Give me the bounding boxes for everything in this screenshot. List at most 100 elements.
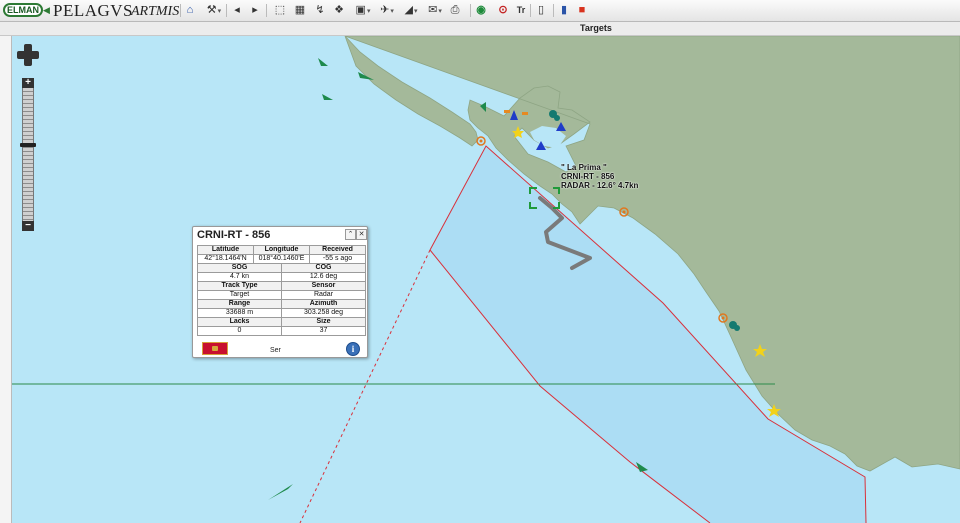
book-button[interactable]: ▮ (557, 3, 571, 18)
text-button[interactable]: Tr (514, 3, 528, 18)
toolbar-separator (553, 4, 554, 17)
table-row: Latitude Longitude Received (197, 245, 367, 255)
value-track-type: Target (197, 290, 282, 300)
airplane-icon: ✈ (380, 4, 390, 16)
mail-dropdown-button[interactable]: ✉ (424, 3, 446, 18)
vessel-sensor-info: RADAR - 12.6° 4.7kn (561, 181, 639, 190)
value-azimuth: 303.258 deg (280, 308, 367, 318)
map-canvas[interactable] (0, 36, 960, 523)
text-icon: Tr (516, 5, 526, 15)
target-info-table: Latitude Longitude Received 42°18.1464'N… (197, 245, 367, 336)
table-row: 0 37 (197, 326, 367, 336)
route-button[interactable]: ↯ (313, 3, 327, 18)
page-button[interactable]: ▯ (534, 3, 548, 18)
value-cog: 12.6 deg (280, 272, 367, 282)
cursor-icon: ⬚ (274, 4, 286, 16)
label-sensor: Sensor (280, 281, 367, 291)
toolbar-separator (226, 4, 227, 17)
main-toolbar: ELMAN ◀ PELAGVS ARTMIS ⌂ ⚒ ◂ ▸ ⬚ ▦ ↯ ❖ ▣ ✈ ◢ ✉ ⎙ ◉ ⊙ Tr… (0, 0, 960, 22)
chart-icon: ▦ (294, 4, 306, 16)
printer-icon: ⎙ (450, 4, 460, 16)
product-suffix: ARTMIS (131, 4, 180, 19)
value-range: 33688 m (197, 308, 282, 318)
value-size: 37 (280, 326, 367, 336)
targets-title: Targets (580, 23, 612, 33)
value-longitude: 018°40.1460'E (252, 254, 311, 264)
back-button[interactable]: ◂ (231, 3, 243, 18)
value-latitude: 42°18.1464'N (197, 254, 254, 264)
print-button[interactable]: ⎙ (448, 3, 462, 18)
close-button[interactable]: ✕ (356, 229, 367, 240)
label-lacks: Lacks (197, 317, 282, 327)
toolbar-separator (180, 4, 181, 17)
table-row: 33688 m 303.258 deg (197, 308, 367, 318)
alert-button[interactable]: ■ (575, 3, 589, 18)
mail-icon: ✉ (428, 4, 438, 16)
chevron-right-icon: ▸ (252, 4, 258, 16)
country-flag (202, 342, 228, 355)
vessel-label[interactable]: " La Prima " CRNI-RT - 856 RADAR - 12.6°… (561, 163, 638, 190)
zoom-slider-track[interactable] (22, 88, 34, 221)
home-button[interactable]: ⌂ (183, 3, 197, 18)
area-dropdown-button[interactable]: ◢ (400, 3, 422, 18)
forward-button[interactable]: ▸ (249, 3, 261, 18)
select-button[interactable]: ⬚ (273, 3, 287, 18)
book-icon: ▮ (560, 4, 568, 16)
page-icon: ▯ (537, 4, 545, 16)
table-row: Lacks Size (197, 317, 367, 327)
table-row: 42°18.1464'N 018°40.1460'E -55 s ago (197, 254, 367, 264)
chart-button[interactable]: ▦ (293, 3, 307, 18)
alert-icon: ■ (578, 4, 586, 16)
layers-icon: ❖ (334, 4, 344, 16)
target-icon: ⊙ (498, 4, 508, 16)
targets-panel-header[interactable]: Targets (0, 22, 960, 36)
collapse-button[interactable]: ⌃ (345, 229, 356, 240)
zoom-control[interactable]: + − (20, 78, 36, 231)
home-icon: ⌂ (186, 4, 194, 16)
value-sensor: Radar (280, 290, 367, 300)
product-name: PELAGVS (53, 1, 134, 20)
target-info-popup: CRNI-RT - 856 ⌃ ✕ Latitude Longitude Rec… (192, 226, 368, 358)
layers-button[interactable]: ❖ (332, 3, 346, 18)
aircraft-dropdown-button[interactable]: ✈ (376, 3, 398, 18)
label-azimuth: Azimuth (280, 299, 367, 309)
value-lacks: 0 (197, 326, 282, 336)
wrench-icon: ⚒ (206, 4, 217, 16)
vessel-id: CRNI-RT - 856 (561, 172, 615, 181)
map-left-frame (0, 36, 12, 523)
label-cog: COG (280, 263, 367, 273)
label-size: Size (280, 317, 367, 327)
toolbar-separator (530, 4, 531, 17)
flag-emblem-icon (212, 346, 218, 351)
popup-footer-text: Ser (270, 347, 281, 354)
record-icon: ◉ (476, 4, 486, 16)
value-sog: 4.7 kn (197, 272, 282, 282)
popup-title: CRNI-RT - 856 (197, 229, 271, 241)
chevron-left-icon: ◂ (234, 4, 240, 16)
stop-button[interactable]: ⊙ (496, 3, 510, 18)
zoom-in-button[interactable]: + (22, 78, 34, 88)
label-track-type: Track Type (197, 281, 282, 291)
vessel-name: " La Prima " (561, 163, 607, 172)
toolbar-separator (266, 4, 267, 17)
overlay-icon: ▣ (355, 4, 366, 16)
record-button[interactable]: ◉ (474, 3, 488, 18)
header-latitude: Latitude (197, 245, 254, 255)
value-received: -55 s ago (309, 254, 367, 264)
area-icon: ◢ (404, 4, 413, 16)
overlay-dropdown-button[interactable]: ▣ (352, 3, 374, 18)
table-row: SOG COG (197, 263, 367, 273)
tools-dropdown-button[interactable]: ⚒ (203, 3, 225, 18)
zoom-out-button[interactable]: − (22, 221, 34, 231)
label-sog: SOG (197, 263, 282, 273)
pan-horizontal-arm[interactable] (17, 51, 39, 59)
header-longitude: Longitude (252, 245, 311, 255)
table-row: Track Type Sensor (197, 281, 367, 291)
info-button[interactable]: i (346, 342, 360, 356)
table-row: Range Azimuth (197, 299, 367, 309)
pan-control[interactable] (17, 44, 39, 66)
zoom-slider-handle[interactable] (20, 143, 36, 147)
logo-arrow-icon: ◀ (43, 5, 50, 15)
header-received: Received (309, 245, 367, 255)
table-row: 4.7 kn 12.6 deg (197, 272, 367, 282)
